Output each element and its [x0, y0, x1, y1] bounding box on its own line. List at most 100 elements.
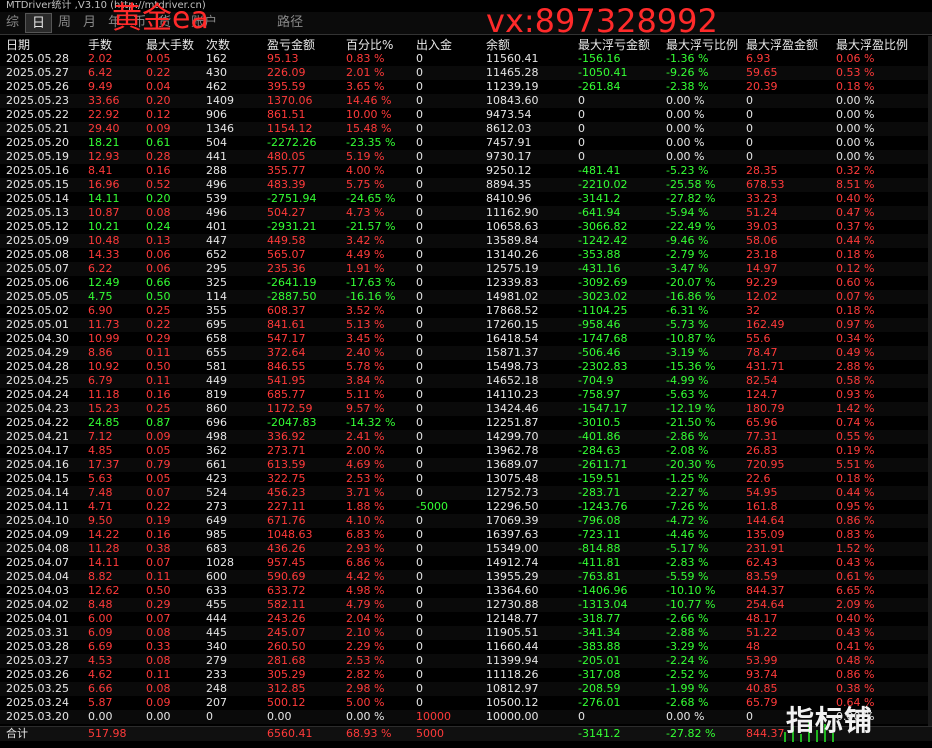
- table-cell: 613.59: [267, 458, 306, 471]
- table-row[interactable]: 2025.04.11 4.71 0.22 273 227.11 1.88 % -5000 12…: [0, 500, 932, 514]
- table-cell: 0.16: [146, 164, 171, 177]
- table-row[interactable]: 2025.05.05 4.75 0.50 114 -2887.50 -16.16 % 0 14…: [0, 290, 932, 304]
- table-row[interactable]: 2025.05.08 14.33 0.06 652 565.07 4.49 % 0 13140…: [0, 248, 932, 262]
- tab-2[interactable]: 周: [52, 13, 77, 33]
- table-cell: 1172.59: [267, 402, 313, 415]
- table-row[interactable]: 2025.04.14 7.48 0.07 524 456.23 3.71 % 0 12752.…: [0, 486, 932, 500]
- table-row[interactable]: 2025.04.24 11.18 0.16 819 685.77 5.11 % 0 14110…: [0, 388, 932, 402]
- table-cell: -16.86 %: [666, 290, 716, 303]
- table-row[interactable]: 2025.05.09 10.48 0.13 447 449.58 3.42 % 0 13589…: [0, 234, 932, 248]
- table-cell: 0.41 %: [836, 640, 875, 653]
- table-cell: 0.86 %: [836, 668, 875, 681]
- table-row[interactable]: 2025.04.08 11.28 0.38 683 436.26 2.93 % 0 15349…: [0, 542, 932, 556]
- vertical-scrollbar[interactable]: [928, 36, 932, 726]
- table-cell: 2025.05.15: [6, 178, 69, 191]
- table-cell: 0.25: [146, 304, 171, 317]
- table-row[interactable]: 2025.03.27 4.53 0.08 279 281.68 2.53 % 0 11399.…: [0, 654, 932, 668]
- table-cell: 0.22: [146, 66, 171, 79]
- table-cell: -431.16: [578, 262, 621, 275]
- tab-1[interactable]: 日: [25, 13, 53, 33]
- table-cell: 33.23: [746, 192, 778, 205]
- table-row[interactable]: 2025.04.10 9.50 0.19 649 671.76 4.10 % 0 17069.…: [0, 514, 932, 528]
- table-cell: 22.6: [746, 472, 771, 485]
- table-row[interactable]: 2025.04.25 6.79 0.11 449 541.95 3.84 % 0 14652.…: [0, 374, 932, 388]
- table-cell: -411.81: [578, 556, 621, 569]
- table-row[interactable]: 2025.05.06 12.49 0.66 325 -2641.19 -17.63 % 0 1…: [0, 276, 932, 290]
- table-cell: 12296.50: [486, 500, 539, 513]
- table-cell: 12251.87: [486, 416, 539, 429]
- table-row[interactable]: 2025.03.31 6.09 0.08 445 245.07 2.10 % 0 11905.…: [0, 626, 932, 640]
- table-cell: 8.41: [88, 164, 113, 177]
- table-row[interactable]: 2025.04.03 12.62 0.50 633 633.72 4.98 % 0 13364…: [0, 584, 932, 598]
- table-row[interactable]: 2025.04.04 8.82 0.11 600 590.69 4.42 % 0 13955.…: [0, 570, 932, 584]
- table-cell: 0.00 %: [836, 94, 875, 107]
- table-cell: 14.11: [88, 556, 120, 569]
- table-row[interactable]: 2025.05.20 18.21 0.61 504 -2272.26 -23.35 % 0 7…: [0, 136, 932, 150]
- table-row[interactable]: 2025.05.01 11.73 0.22 695 841.61 5.13 % 0 17260…: [0, 318, 932, 332]
- table-cell: 2025.03.24: [6, 696, 69, 709]
- table-row[interactable]: 2025.04.16 17.37 0.79 661 613.59 4.69 % 0 13689…: [0, 458, 932, 472]
- logo: 指标铺: [780, 702, 920, 742]
- table-cell: 957.45: [267, 556, 306, 569]
- table-cell: 1028: [206, 556, 234, 569]
- table-cell: 0.00 %: [666, 710, 705, 723]
- table-row[interactable]: 2025.05.07 6.22 0.06 295 235.36 1.91 % 0 12575.…: [0, 262, 932, 276]
- table-cell: 590.69: [267, 570, 306, 583]
- table-row[interactable]: 2025.03.25 6.66 0.08 248 312.85 2.98 % 0 10812.…: [0, 682, 932, 696]
- table-cell: 10000.00: [486, 710, 539, 723]
- table-cell: 11560.41: [486, 52, 539, 65]
- table-cell: 0.50: [146, 360, 171, 373]
- table-row[interactable]: 2025.04.17 4.85 0.05 362 273.71 2.00 % 0 13962.…: [0, 444, 932, 458]
- table-row[interactable]: 2025.04.28 10.92 0.50 581 846.55 5.78 % 0 15498…: [0, 360, 932, 374]
- table-row[interactable]: 2025.04.09 14.22 0.16 985 1048.63 6.83 % 0 1639…: [0, 528, 932, 542]
- table-row[interactable]: 2025.05.28 2.02 0.05 162 95.13 0.83 % 0 11560.4…: [0, 52, 932, 66]
- table-row[interactable]: 2025.05.14 14.11 0.20 539 -2751.94 -24.65 % 0 8…: [0, 192, 932, 206]
- table-row[interactable]: 2025.03.28 6.69 0.33 340 260.50 2.29 % 0 11660.…: [0, 640, 932, 654]
- table-row[interactable]: 2025.05.12 10.21 0.24 401 -2931.21 -21.57 % 0 1…: [0, 220, 932, 234]
- table-row[interactable]: 2025.04.07 14.11 0.07 1028 957.45 6.86 % 0 1491…: [0, 556, 932, 570]
- tab-0[interactable]: 综: [0, 13, 25, 33]
- table-cell: 17868.52: [486, 304, 539, 317]
- table-row[interactable]: 2025.04.02 8.48 0.29 455 582.11 4.79 % 0 12730.…: [0, 598, 932, 612]
- table-row[interactable]: 2025.05.19 12.93 0.28 441 480.05 5.19 % 0 9730.…: [0, 150, 932, 164]
- table-row[interactable]: 2025.04.23 15.23 0.25 860 1172.59 9.57 % 0 1342…: [0, 402, 932, 416]
- table-row[interactable]: 2025.05.23 33.66 0.20 1409 1370.06 14.46 % 0 10…: [0, 94, 932, 108]
- table-cell: -1243.76: [578, 500, 628, 513]
- table-row[interactable]: 2025.04.15 5.63 0.05 423 322.75 2.53 % 0 13075.…: [0, 472, 932, 486]
- table-cell: 547.17: [267, 332, 306, 345]
- table-row[interactable]: 2025.03.26 4.62 0.11 233 305.29 2.82 % 0 11118.…: [0, 668, 932, 682]
- table-row[interactable]: 2025.05.02 6.90 0.25 355 608.37 3.52 % 0 17868.…: [0, 304, 932, 318]
- table-cell: 15498.73: [486, 360, 539, 373]
- table-cell: 0.09: [146, 696, 171, 709]
- table-cell: 14652.18: [486, 374, 539, 387]
- table-cell: 10812.97: [486, 682, 539, 695]
- tab-8[interactable]: 路径: [271, 13, 309, 33]
- table-row[interactable]: 2025.04.01 6.00 0.07 444 243.26 2.04 % 0 12148.…: [0, 612, 932, 626]
- table-cell: 456.23: [267, 486, 306, 499]
- table-row[interactable]: 2025.05.15 16.96 0.52 496 483.39 5.75 % 0 8894.…: [0, 178, 932, 192]
- table-cell: 683: [206, 542, 227, 555]
- table-cell: 65.96: [746, 416, 778, 429]
- table-row[interactable]: 2025.05.26 9.49 0.04 462 395.59 3.65 % 0 11239.…: [0, 80, 932, 94]
- table-row[interactable]: 2025.05.27 6.42 0.22 430 226.09 2.01 % 0 11465.…: [0, 66, 932, 80]
- table-row[interactable]: 2025.04.30 10.99 0.29 658 547.17 3.45 % 0 16418…: [0, 332, 932, 346]
- table-cell: 0: [416, 444, 423, 457]
- tab-3[interactable]: 月: [77, 13, 102, 33]
- table-cell: 0: [416, 220, 423, 233]
- table-row[interactable]: 2025.05.21 29.40 0.09 1346 1154.12 15.48 % 0 86…: [0, 122, 932, 136]
- table-row[interactable]: 2025.04.22 24.85 0.87 696 -2047.83 -14.32 % 0 1…: [0, 416, 932, 430]
- table-row[interactable]: 2025.04.29 8.86 0.11 655 372.64 2.40 % 0 15871.…: [0, 346, 932, 360]
- table-cell: 0: [416, 276, 423, 289]
- table-cell: 423: [206, 472, 227, 485]
- table-row[interactable]: 2025.05.22 22.92 0.12 906 861.51 10.00 % 0 9473…: [0, 108, 932, 122]
- table-cell: 11.73: [88, 318, 120, 331]
- table-cell: 1.52 %: [836, 542, 875, 555]
- table-row[interactable]: 2025.05.13 10.87 0.08 496 504.27 4.73 % 0 11162…: [0, 206, 932, 220]
- table-cell: 13075.48: [486, 472, 539, 485]
- table-cell: -3141.2: [578, 192, 621, 205]
- table-cell: -2272.26: [267, 136, 317, 149]
- table-cell: 0.22: [146, 318, 171, 331]
- table-cell: 1048.63: [267, 528, 313, 541]
- table-row[interactable]: 2025.05.16 8.41 0.16 288 355.77 4.00 % 0 9250.1…: [0, 164, 932, 178]
- table-row[interactable]: 2025.04.21 7.12 0.09 498 336.92 2.41 % 0 14299.…: [0, 430, 932, 444]
